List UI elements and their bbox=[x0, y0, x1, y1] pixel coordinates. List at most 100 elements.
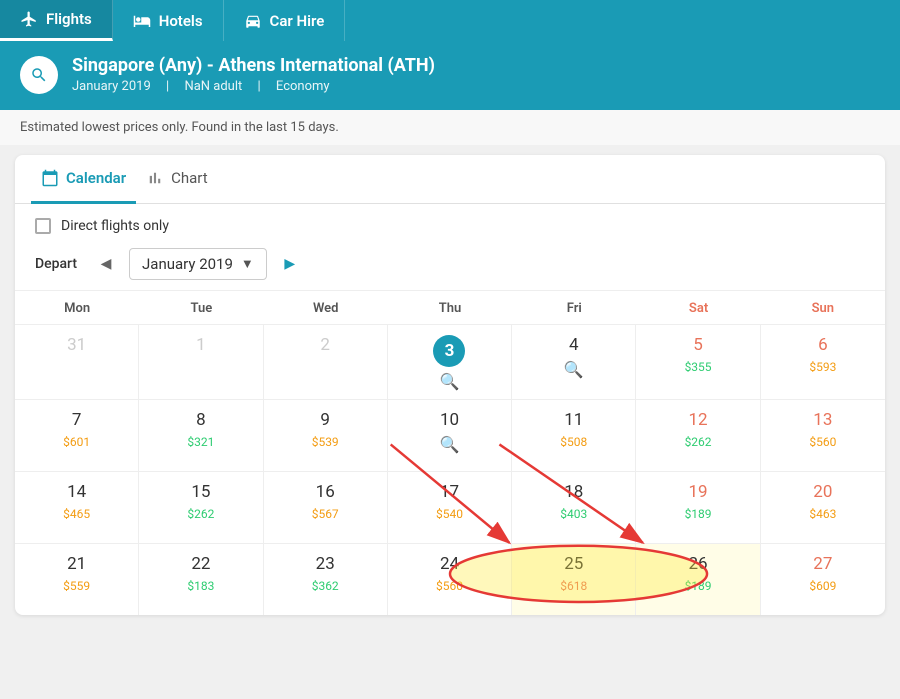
month-selector[interactable]: January 2019 ▼ bbox=[129, 248, 267, 280]
day-cell-22[interactable]: 22 $183 bbox=[139, 543, 263, 615]
day-number: 26 bbox=[636, 554, 759, 574]
day-number: 1 bbox=[139, 335, 262, 355]
day-cell-27[interactable]: 27$609 bbox=[761, 543, 885, 615]
day-price: $539 bbox=[264, 435, 387, 449]
day-number: 18 bbox=[512, 482, 635, 502]
day-number: 2 bbox=[264, 335, 387, 355]
day-cell-13[interactable]: 13$560 bbox=[761, 399, 885, 471]
day-cell-18[interactable]: 18$403 bbox=[512, 471, 636, 543]
day-cell-26[interactable]: 26$189 bbox=[636, 543, 760, 615]
day-number: 16 bbox=[264, 482, 387, 502]
search-class: Economy bbox=[276, 79, 330, 94]
tab-chart[interactable]: Chart bbox=[136, 155, 218, 204]
day-cell-8[interactable]: 8$321 bbox=[139, 399, 263, 471]
day-cell-9[interactable]: 9 $539 bbox=[264, 399, 388, 471]
day-cell-6[interactable]: 6 $593 bbox=[761, 324, 885, 399]
day-number: 9 bbox=[264, 410, 387, 430]
day-cell-19[interactable]: 19 $189 bbox=[636, 471, 760, 543]
day-price: $262 bbox=[636, 435, 759, 449]
tab-flights[interactable]: Flights bbox=[0, 0, 113, 41]
day-price: $601 bbox=[15, 435, 138, 449]
day-cell-15[interactable]: 15 $262 bbox=[139, 471, 263, 543]
search-icon[interactable] bbox=[20, 56, 58, 94]
search-icon[interactable]: 🔍 bbox=[512, 360, 635, 379]
day-price: $567 bbox=[264, 507, 387, 521]
day-header-fri: Fri bbox=[512, 291, 636, 324]
day-price: $508 bbox=[512, 435, 635, 449]
day-number: 3 bbox=[433, 335, 465, 367]
day-price: $609 bbox=[761, 579, 885, 593]
day-cell-11[interactable]: 11$508 bbox=[512, 399, 636, 471]
day-price: $593 bbox=[761, 360, 885, 374]
tab-calendar[interactable]: Calendar bbox=[31, 155, 136, 204]
day-number: 10 bbox=[388, 410, 511, 430]
day-cell-21[interactable]: 21 $559 bbox=[15, 543, 139, 615]
search-route: Singapore (Any) - Athens International (… bbox=[72, 55, 435, 76]
day-price: $355 bbox=[636, 360, 759, 374]
day-cell-24[interactable]: 24 $560 bbox=[388, 543, 512, 615]
day-price: $262 bbox=[139, 507, 262, 521]
tab-calendar-label: Calendar bbox=[66, 169, 126, 187]
day-header-wed: Wed bbox=[264, 291, 388, 324]
direct-flights-row: Direct flights only bbox=[35, 218, 865, 234]
day-cell-4[interactable]: 4🔍 bbox=[512, 324, 636, 399]
search-icon[interactable]: 🔍 bbox=[388, 372, 511, 391]
tab-hotels[interactable]: Hotels bbox=[113, 0, 224, 41]
day-price: $560 bbox=[388, 579, 511, 593]
day-number: 13 bbox=[761, 410, 885, 430]
search-bar: Singapore (Any) - Athens International (… bbox=[0, 41, 900, 110]
tab-car-hire[interactable]: Car Hire bbox=[224, 0, 346, 41]
prev-month-arrow[interactable]: ◀ bbox=[93, 251, 119, 277]
day-cell-1[interactable]: 1 bbox=[139, 324, 263, 399]
calendar-body: 31123🔍4🔍5$3556$5937$6018$3219$53910🔍11$5… bbox=[15, 324, 885, 615]
direct-flights-label: Direct flights only bbox=[61, 218, 169, 234]
day-price: $559 bbox=[15, 579, 138, 593]
day-price: $189 bbox=[636, 507, 759, 521]
day-cell-0[interactable]: 31 bbox=[15, 324, 139, 399]
day-cell-25[interactable]: 25$618 bbox=[512, 543, 636, 615]
day-cell-12[interactable]: 12$262 bbox=[636, 399, 760, 471]
day-cell-3[interactable]: 3🔍 bbox=[388, 324, 512, 399]
day-cell-17[interactable]: 17 $540 bbox=[388, 471, 512, 543]
day-number: 17 bbox=[388, 482, 511, 502]
tab-flights-label: Flights bbox=[46, 10, 92, 28]
day-cell-7[interactable]: 7 $601 bbox=[15, 399, 139, 471]
day-cell-5[interactable]: 5 $355 bbox=[636, 324, 760, 399]
calendar-controls: Direct flights only Depart ◀ January 201… bbox=[15, 204, 885, 290]
day-cell-20[interactable]: 20$463 bbox=[761, 471, 885, 543]
day-price: $465 bbox=[15, 507, 138, 521]
day-price: $540 bbox=[388, 507, 511, 521]
search-month: January 2019 bbox=[72, 79, 151, 94]
day-cell-2[interactable]: 2 bbox=[264, 324, 388, 399]
day-cell-14[interactable]: 14$465 bbox=[15, 471, 139, 543]
tab-bar: Calendar Chart bbox=[15, 155, 885, 204]
dropdown-arrow-icon: ▼ bbox=[241, 256, 254, 272]
day-cell-10[interactable]: 10 🔍 bbox=[388, 399, 512, 471]
search-adults: NaN adult bbox=[184, 79, 242, 94]
calendar-wrapper: Mon Tue Wed Thu Fri Sat Sun 31123🔍4🔍5$35… bbox=[15, 290, 885, 615]
next-month-arrow[interactable]: ▶ bbox=[277, 251, 303, 277]
day-number: 6 bbox=[761, 335, 885, 355]
day-number: 22 bbox=[139, 554, 262, 574]
day-cell-16[interactable]: 16 $567 bbox=[264, 471, 388, 543]
day-header-sun: Sun bbox=[761, 291, 885, 324]
day-cell-23[interactable]: 23$362 bbox=[264, 543, 388, 615]
day-price: $183 bbox=[139, 579, 262, 593]
tab-hotels-label: Hotels bbox=[159, 12, 203, 30]
day-header-tue: Tue bbox=[139, 291, 263, 324]
day-number: 7 bbox=[15, 410, 138, 430]
day-number: 5 bbox=[636, 335, 759, 355]
day-number: 23 bbox=[264, 554, 387, 574]
tab-car-hire-label: Car Hire bbox=[270, 12, 325, 30]
search-icon[interactable]: 🔍 bbox=[388, 435, 511, 454]
day-number: 15 bbox=[139, 482, 262, 502]
day-number: 19 bbox=[636, 482, 759, 502]
tab-chart-label: Chart bbox=[171, 169, 208, 187]
day-number: 24 bbox=[388, 554, 511, 574]
day-header-sat: Sat bbox=[636, 291, 760, 324]
day-number: 4 bbox=[512, 335, 635, 355]
depart-label: Depart bbox=[35, 256, 77, 272]
day-number: 25 bbox=[512, 554, 635, 574]
day-number: 21 bbox=[15, 554, 138, 574]
direct-flights-checkbox[interactable] bbox=[35, 218, 51, 234]
